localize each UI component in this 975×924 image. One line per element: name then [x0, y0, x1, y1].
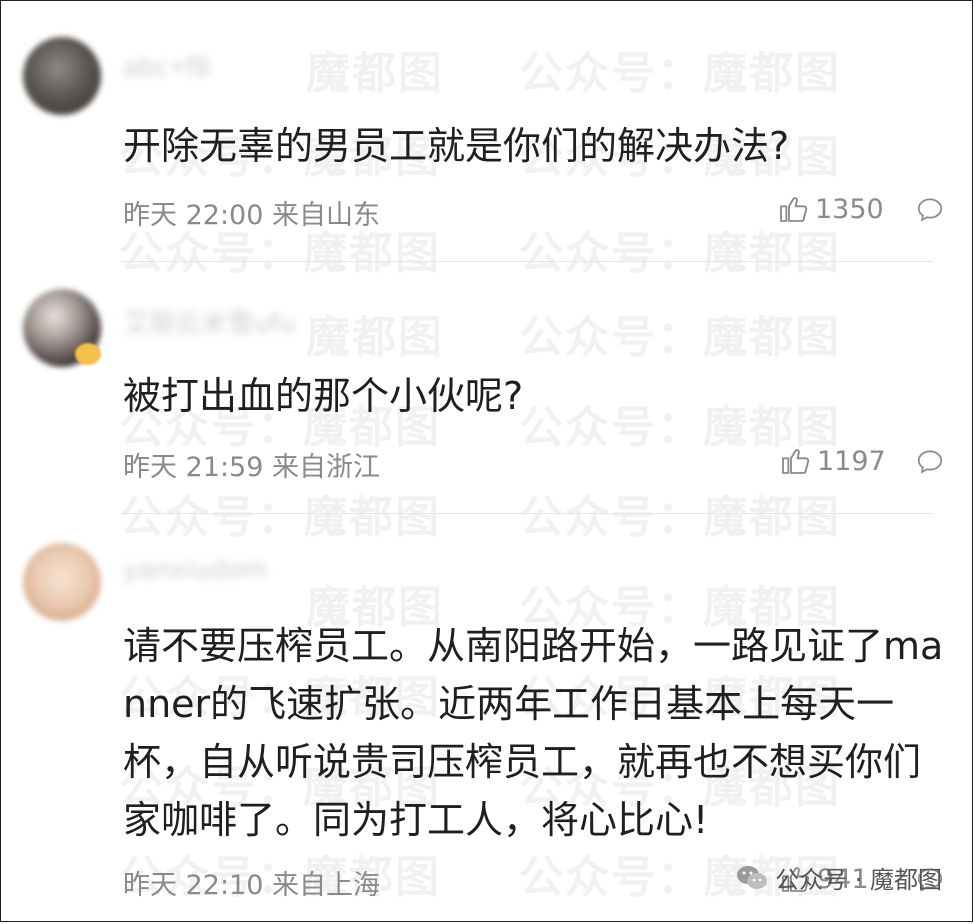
divider	[121, 513, 932, 514]
reply-icon[interactable]	[914, 447, 946, 477]
account-brand: 公众号 · 魔都图	[735, 860, 942, 895]
comment-item: abc•f8 开除无辜的男员工就是你们的解决办法? 昨天 22:00 来自山东 …	[1, 1, 974, 261]
username[interactable]: yanxiudom	[123, 555, 268, 585]
avatar[interactable]	[23, 543, 101, 621]
reply-icon[interactable]	[914, 195, 946, 225]
comment-text: 被打出血的那个小伙呢?	[123, 374, 524, 418]
divider	[121, 261, 932, 262]
thumbs-up-icon	[782, 449, 810, 474]
verified-badge-icon	[75, 343, 101, 365]
username[interactable]: 艾丽云米雪ufu	[123, 303, 295, 340]
comment-meta: 昨天 22:10 来自上海	[123, 870, 380, 901]
like-count: 1197	[817, 445, 886, 477]
comment-screenshot: 魔都图 公众号：魔都图 公众号：魔都图 公众号：魔都图 公众号：魔都图 公众号：…	[0, 0, 973, 922]
wechat-icon	[737, 865, 768, 889]
username[interactable]: abc•f8	[123, 53, 211, 83]
thumbs-up-icon	[780, 197, 808, 222]
comment-meta: 昨天 21:59 来自浙江	[123, 452, 380, 483]
comment-text: 开除无辜的男员工就是你们的解决办法?	[123, 124, 790, 168]
like-count: 1350	[815, 193, 884, 225]
brand-label: 公众号 · 魔都图	[775, 866, 942, 894]
avatar[interactable]	[23, 37, 101, 115]
like-button[interactable]: 1350	[777, 193, 884, 225]
comment-text: 请不要压榨员工。从南阳路开始，一路见证了manner的飞速扩张。近两年工作日基本…	[123, 624, 944, 842]
comment-meta: 昨天 22:00 来自山东	[123, 200, 380, 231]
like-button[interactable]: 1197	[779, 445, 886, 477]
comment-item: 艾丽云米雪ufu 被打出血的那个小伙呢? 昨天 21:59 来自浙江 1197	[1, 263, 974, 513]
